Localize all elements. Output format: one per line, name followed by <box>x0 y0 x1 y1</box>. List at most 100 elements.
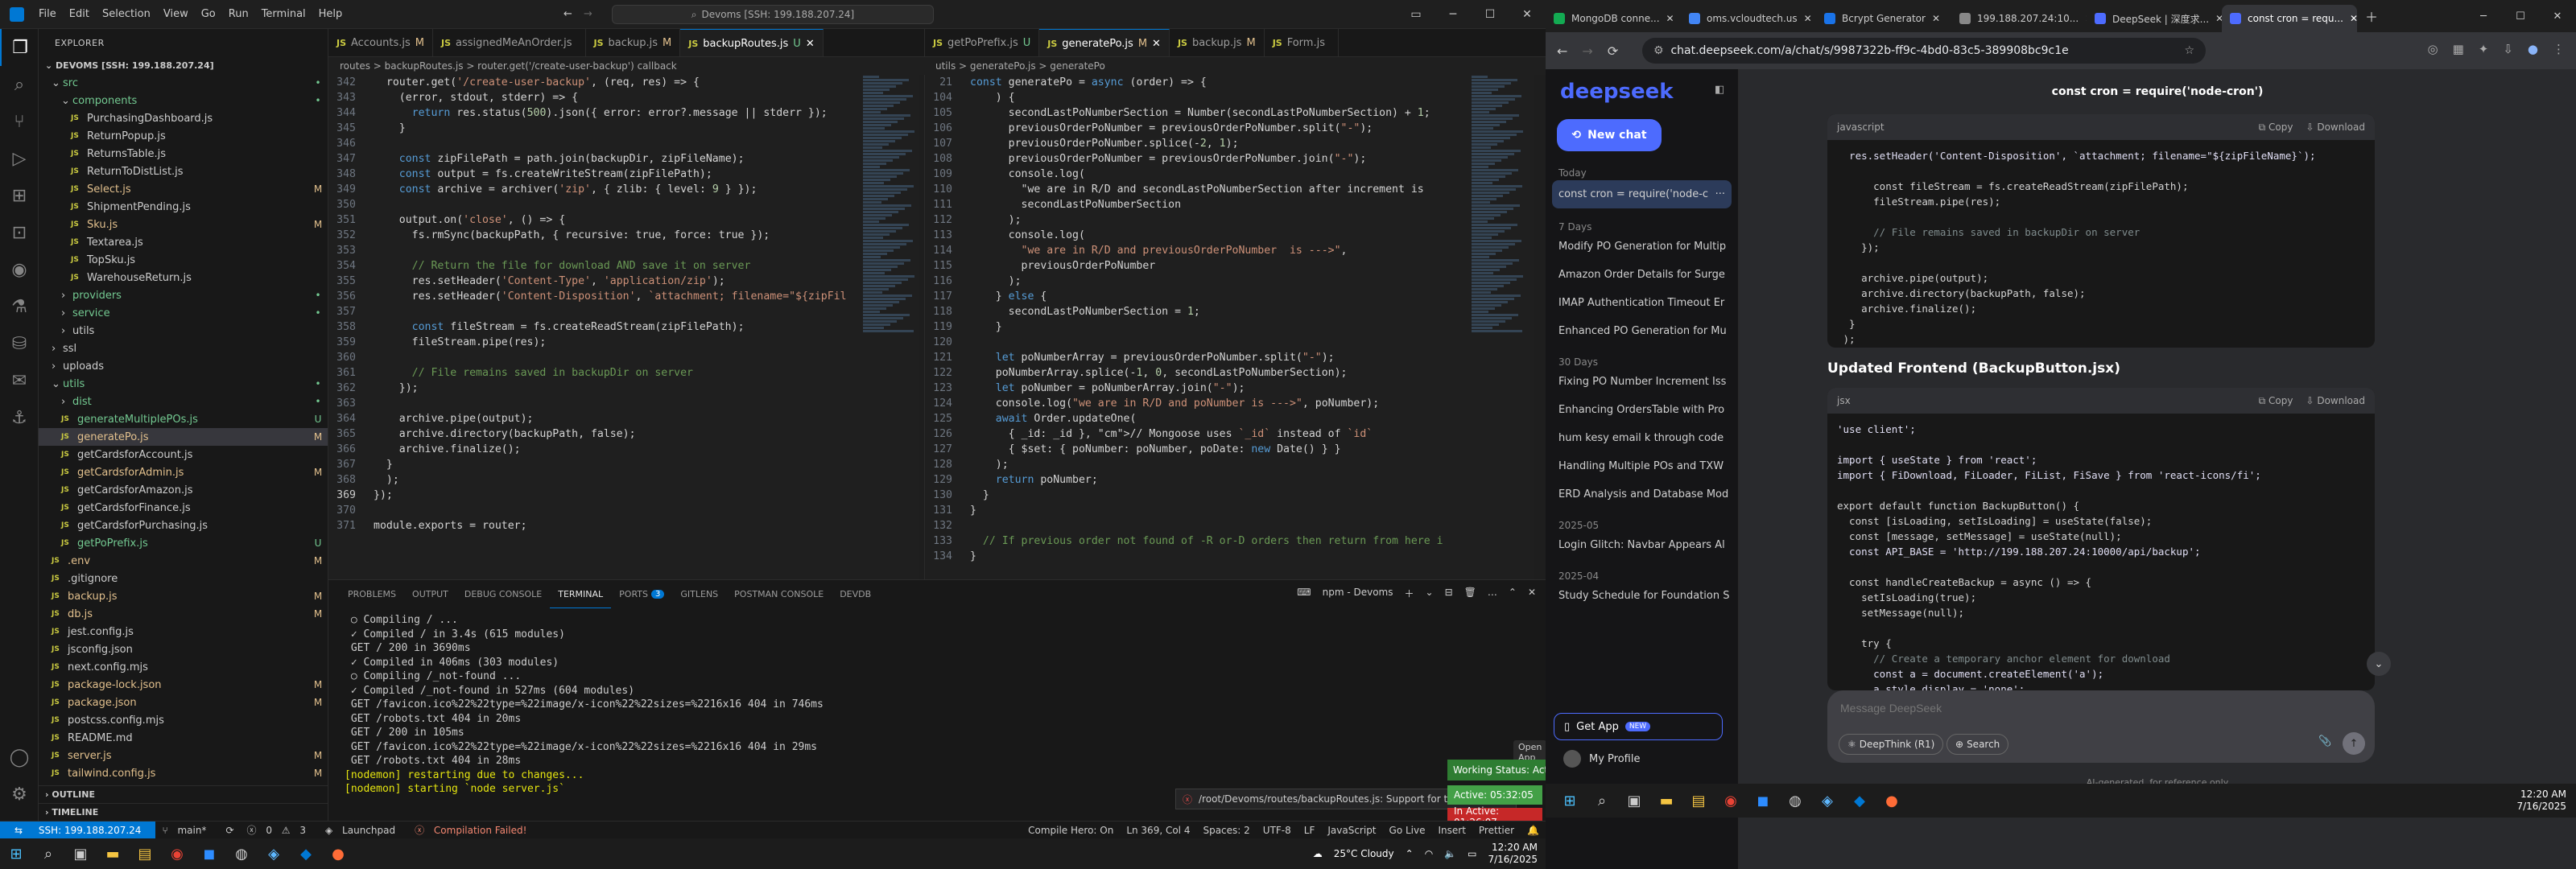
file-item[interactable]: JS .gitignore <box>39 570 328 587</box>
deepseek-logo[interactable]: deepseek <box>1546 69 1738 114</box>
remote-indicator[interactable]: ⇆ SSH: 199.188.207.24 <box>0 821 156 839</box>
folder-item[interactable]: › ssl <box>39 340 328 357</box>
file-explorer-icon[interactable]: ▬ <box>97 838 129 869</box>
browser-tab[interactable]: 199.188.207.24:10...✕ <box>1951 5 2087 32</box>
file-item[interactable]: JS getPoPrefix.js U <box>39 534 328 552</box>
insert-mode[interactable]: Insert <box>1431 825 1472 836</box>
file-item[interactable]: JS getCardsforPurchasing.js <box>39 517 328 534</box>
compile-hero-item[interactable]: Compile Hero: On <box>1022 825 1120 836</box>
more-icon[interactable]: … <box>1488 587 1497 600</box>
file-item[interactable]: JS jsconfig.json <box>39 640 328 658</box>
close-tab-icon[interactable]: ✕ <box>806 38 815 50</box>
file-item[interactable]: JS Sku.js M <box>39 216 328 233</box>
close-button[interactable]: ✕ <box>1509 0 1546 29</box>
get-app-button[interactable]: ▯ Get App NEW <box>1554 713 1723 740</box>
new-chat-button[interactable]: ⟲ New chat <box>1557 119 1662 151</box>
copy-button[interactable]: ⧉ Copy <box>2259 395 2293 407</box>
source-control-icon[interactable]: ⑂ <box>0 103 39 140</box>
vscode-icon[interactable]: ◆ <box>290 838 322 869</box>
minimize-button[interactable]: ─ <box>1435 0 1472 29</box>
nav-forward-icon[interactable]: → <box>584 8 592 20</box>
file-item[interactable]: JS Select.js M <box>39 180 328 198</box>
settings-gear-icon[interactable]: ⚙ <box>0 776 39 813</box>
prettier-item[interactable]: Prettier <box>1472 825 1521 836</box>
extensions-icon[interactable]: ⊞ <box>0 177 39 214</box>
branch-indicator[interactable]: ⑂ main* <box>155 825 219 836</box>
back-icon[interactable]: ← <box>1557 43 1567 59</box>
close-tab-icon[interactable]: ✕ <box>1804 13 1812 24</box>
timeline-section[interactable]: › TIMELINE <box>39 803 328 821</box>
file-item[interactable]: JS ShipmentPending.js <box>39 198 328 216</box>
account-icon[interactable]: ◯ <box>0 739 39 776</box>
windows-start-icon[interactable]: ⊞ <box>1554 785 1586 816</box>
editor-tab[interactable]: JS assignedMeAnOrder.js <box>433 29 586 56</box>
history-item[interactable]: Handling Multiple POs and TXW <box>1546 452 1738 480</box>
chrome-icon[interactable]: ◉ <box>1715 785 1747 816</box>
close-tab-icon[interactable]: ✕ <box>2215 13 2222 24</box>
chrome-icon[interactable]: ◉ <box>161 838 193 869</box>
minimize-button[interactable]: ─ <box>2465 0 2502 32</box>
panel-tab-debug-console[interactable]: DEBUG CONSOLE <box>456 580 550 608</box>
scroll-down-button[interactable]: ⌄ <box>2367 652 2391 676</box>
folder-item[interactable]: › dist • <box>39 393 328 410</box>
file-item[interactable]: JS jest.config.js <box>39 623 328 640</box>
message-input-box[interactable]: ⚛ DeepThink (R1) ⊕ Search 📎 ↑ <box>1827 690 2375 763</box>
browser-menu-icon[interactable]: ⋮ <box>2553 42 2565 56</box>
windows-start-icon[interactable]: ⊞ <box>0 838 32 869</box>
file-item[interactable]: JS TopSku.js <box>39 251 328 269</box>
browser-tab[interactable]: oms.vcloudtech.us ✕ <box>1681 5 1816 32</box>
file-item[interactable]: JS generateMultiplePOs.js U <box>39 410 328 428</box>
menu-view[interactable]: View <box>157 8 195 20</box>
file-item[interactable]: JS postcss.config.mjs <box>39 711 328 729</box>
postman-app-icon[interactable]: ● <box>322 838 354 869</box>
editor-tab[interactable]: JS backup.js M <box>1169 29 1265 56</box>
right-minimap[interactable] <box>1472 75 1534 579</box>
folder-item[interactable]: › utils <box>39 322 328 340</box>
panel-tab-terminal[interactable]: TERMINAL <box>550 580 612 608</box>
database-icon[interactable]: ⛁ <box>0 325 39 362</box>
indentation[interactable]: Spaces: 2 <box>1196 825 1256 836</box>
close-tab-icon[interactable]: ✕ <box>1666 13 1674 24</box>
history-item[interactable]: Modify PO Generation for Multip <box>1546 233 1738 261</box>
editor-tab[interactable]: JS generatePo.js M ✕ <box>1039 29 1170 56</box>
menu-go[interactable]: Go <box>195 8 222 20</box>
browser-tab[interactable]: Bcrypt Generator ✕ <box>1816 5 1951 32</box>
left-minimap[interactable] <box>863 75 919 579</box>
forward-icon[interactable]: → <box>1582 43 1592 59</box>
browser-tab[interactable]: const cron = requ... ✕ <box>2222 5 2357 32</box>
search-icon[interactable]: ⌕ <box>32 838 64 869</box>
file-item[interactable]: JS tailwind.config.js M <box>39 764 328 782</box>
search-toggle[interactable]: ⊕ Search <box>1946 734 2009 755</box>
menu-selection[interactable]: Selection <box>96 8 157 20</box>
menu-file[interactable]: File <box>32 8 63 20</box>
history-item[interactable]: hum kesy email k through code <box>1546 424 1738 452</box>
trash-icon[interactable]: 🗑 <box>1464 587 1476 600</box>
maximize-button[interactable]: ☐ <box>1472 0 1509 29</box>
folder-item[interactable]: › uploads <box>39 357 328 375</box>
close-tab-icon[interactable]: ✕ <box>1152 38 1161 50</box>
weather-label[interactable]: 25°C Cloudy <box>1334 848 1394 859</box>
profile-avatar[interactable]: ● <box>2528 42 2538 56</box>
search-icon[interactable]: ⌕ <box>1586 785 1618 816</box>
encoding[interactable]: UTF-8 <box>1257 825 1298 836</box>
file-item[interactable]: JS PurchasingDashboard.js <box>39 109 328 127</box>
problems-indicator[interactable]: ⓧ 0 ⚠ 3 <box>241 823 320 837</box>
testing-icon[interactable]: ⚗ <box>0 288 39 325</box>
file-explorer-icon[interactable]: ▬ <box>1650 785 1682 816</box>
editor-tab[interactable]: JS backupRoutes.js U ✕ <box>680 29 824 56</box>
task-view-icon[interactable]: ▣ <box>1618 785 1650 816</box>
history-item[interactable]: Enhancing OrdersTable with Pro <box>1546 396 1738 424</box>
downloads-icon[interactable]: ⇩ <box>2503 42 2513 56</box>
file-item[interactable]: JS getCardsforFinance.js <box>39 499 328 517</box>
file-item[interactable]: JS next.config.mjs <box>39 658 328 676</box>
tray-chevron-icon[interactable]: ⌃ <box>1406 848 1414 859</box>
bell-icon[interactable]: 🔔 <box>1521 825 1546 836</box>
task-view-icon[interactable]: ▣ <box>64 838 97 869</box>
history-item[interactable]: Fixing PO Number Increment Iss <box>1546 368 1738 396</box>
workspace-root[interactable]: ⌄ DEVOMS [SSH: 199.188.207.24] <box>39 56 328 74</box>
gitlens-icon[interactable]: ◉ <box>0 251 39 288</box>
editor-tab[interactable]: JS getPoPrefix.js U <box>925 29 1040 56</box>
file-item[interactable]: JS README.md <box>39 729 328 747</box>
cursor-position[interactable]: Ln 369, Col 4 <box>1120 825 1196 836</box>
folder-item[interactable]: ⌄ components • <box>39 92 328 109</box>
